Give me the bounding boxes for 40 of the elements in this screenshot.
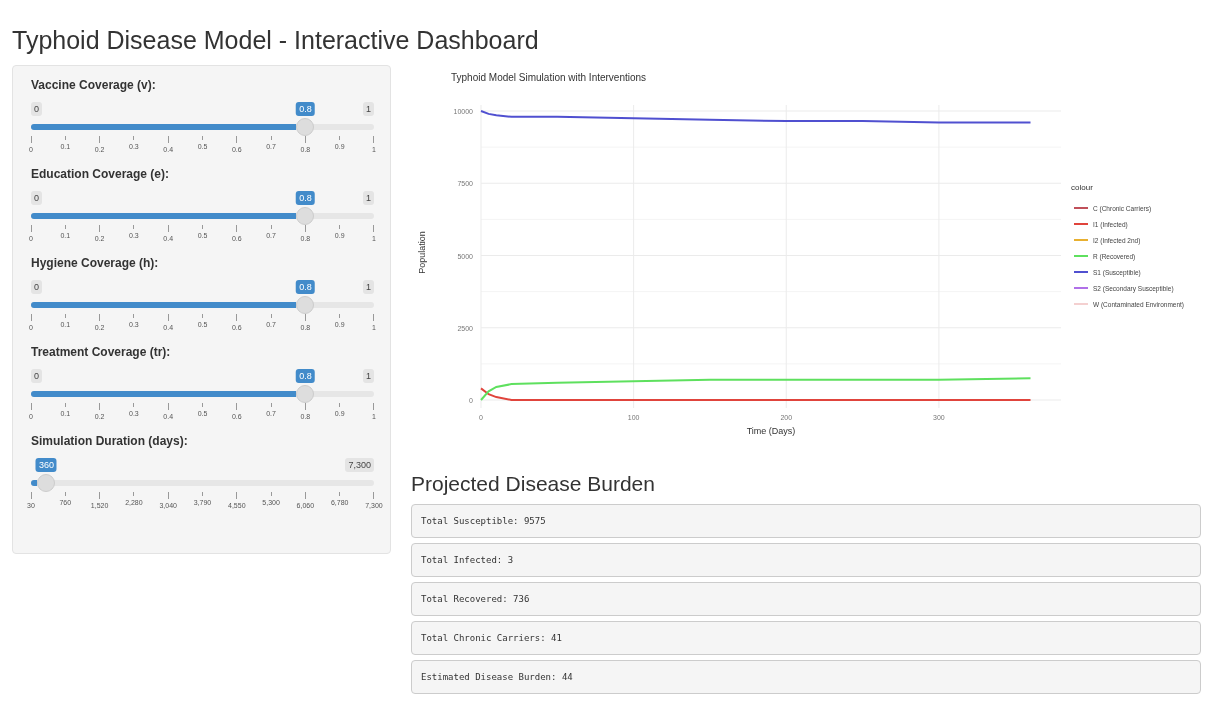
max-label: 1 [363, 191, 374, 205]
slider-handle[interactable] [296, 207, 315, 225]
slider-handle[interactable] [296, 118, 315, 136]
section-heading: Projected Disease Burden [411, 472, 656, 496]
max-label: 1 [363, 280, 374, 294]
min-label: 0 [31, 369, 42, 383]
y-axis-label: Population [417, 231, 427, 274]
slider-handle[interactable] [296, 296, 315, 314]
output-box: Total Recovered: 736 [411, 582, 1201, 616]
slider-label: Education Coverage (e): [31, 167, 171, 181]
max-label: 1 [363, 102, 374, 116]
max-label: 7,300 [345, 458, 374, 472]
slider-track[interactable] [31, 118, 374, 136]
output-box: Total Infected: 3 [411, 543, 1201, 577]
legend-title: colour [1071, 183, 1093, 192]
output-box: Total Chronic Carriers: 41 [411, 621, 1201, 655]
min-label: 0 [31, 102, 42, 116]
slider-label: Simulation Duration (days): [31, 434, 189, 448]
x-axis-label: Time (Days) [746, 426, 796, 436]
page-title: Typhoid Disease Model - Interactive Dashboard [12, 26, 540, 55]
max-label: 1 [363, 369, 374, 383]
value-label: 0.8 [296, 280, 315, 294]
slider-track[interactable] [31, 207, 374, 225]
slider-track[interactable] [31, 474, 374, 492]
slider-label: Vaccine Coverage (v): [31, 78, 157, 92]
chart-title: Typhoid Model Simulation with Interventions [451, 72, 647, 83]
slider-label: Treatment Coverage (tr): [31, 345, 172, 359]
value-label: 0.8 [296, 102, 315, 116]
slider-label: Hygiene Coverage (h): [31, 256, 160, 270]
value-label: 0.8 [296, 191, 315, 205]
min-label: 0 [31, 191, 42, 205]
output-box: Total Susceptible: 9575 [411, 504, 1201, 538]
slider-track[interactable] [31, 296, 374, 314]
min-label: 0 [31, 280, 42, 294]
value-label: 360 [35, 458, 57, 472]
slider-handle[interactable] [296, 385, 315, 403]
slider-handle[interactable] [37, 474, 56, 492]
output-box: Estimated Disease Burden: 44 [411, 660, 1201, 694]
slider-track[interactable] [31, 385, 374, 403]
value-label: 0.8 [296, 369, 315, 383]
